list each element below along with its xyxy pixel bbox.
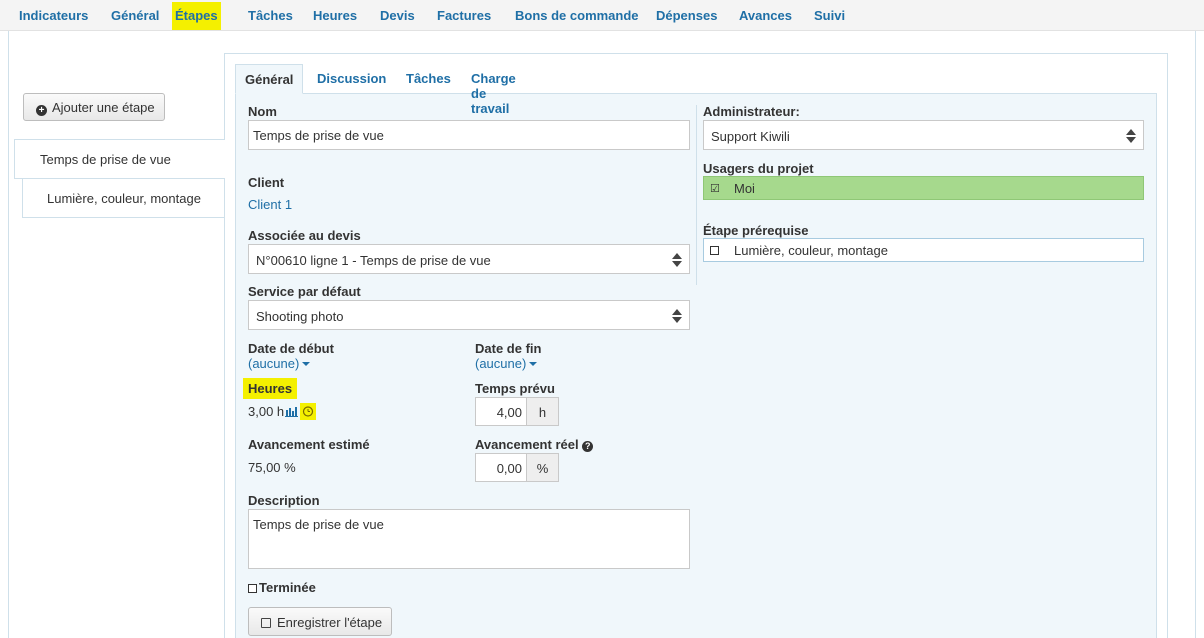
select-arrows-icon — [672, 253, 682, 267]
nom-input[interactable]: Temps de prise de vue — [248, 120, 690, 150]
user-option-selected[interactable]: ☑ Moi — [703, 176, 1144, 200]
checkbox[interactable] — [248, 584, 257, 593]
column-divider — [696, 105, 697, 285]
plus-circle-icon: + — [36, 105, 47, 116]
tab-general[interactable]: Général — [235, 64, 304, 94]
nav-bons-de-commande[interactable]: Bons de commande — [515, 8, 639, 23]
save-step-button[interactable]: Enregistrer l'étape — [248, 607, 392, 636]
temps-prevu-unit: h — [526, 398, 558, 425]
top-nav: Indicateurs Général Étapes Tâches Heures… — [0, 0, 1204, 31]
avancement-estime-label: Avancement estimé — [248, 437, 370, 452]
avancement-reel-text: Avancement réel — [475, 437, 579, 452]
nav-avances[interactable]: Avances — [739, 8, 792, 23]
admin-label: Administrateur: — [703, 104, 800, 119]
devis-select[interactable]: N°00610 ligne 1 - Temps de prise de vue — [248, 244, 690, 274]
clock-icon[interactable] — [300, 403, 316, 420]
admin-select[interactable]: Support Kiwili — [703, 120, 1144, 150]
date-debut-label: Date de début — [248, 341, 334, 356]
nav-indicateurs[interactable]: Indicateurs — [19, 8, 88, 23]
prereq-label: Étape prérequise — [703, 223, 809, 238]
caret-down-icon — [529, 362, 538, 366]
description-label: Description — [248, 493, 320, 508]
nav-etapes[interactable]: Étapes — [172, 2, 221, 30]
avancement-reel-input[interactable]: 0,00 — [476, 454, 526, 481]
prereq-step-name: Lumière, couleur, montage — [734, 243, 888, 258]
add-step-label: Ajouter une étape — [52, 100, 155, 115]
user-name: Moi — [734, 181, 755, 196]
avancement-estime-value: 75,00 % — [248, 460, 296, 475]
prereq-option[interactable]: Lumière, couleur, montage — [703, 238, 1144, 262]
devis-label: Associée au devis — [248, 228, 361, 243]
avancement-reel-unit: % — [526, 454, 558, 481]
client-link[interactable]: Client 1 — [248, 197, 292, 212]
date-fin-dropdown[interactable]: (aucune) — [475, 356, 538, 371]
date-debut-dropdown[interactable]: (aucune) — [248, 356, 311, 371]
nav-taches[interactable]: Tâches — [248, 8, 293, 23]
temps-prevu-field: 4,00 h — [475, 397, 559, 426]
step-item-active[interactable]: Temps de prise de vue — [14, 139, 225, 179]
service-label: Service par défaut — [248, 284, 361, 299]
nom-label: Nom — [248, 104, 277, 119]
tab-discussion[interactable]: Discussion — [317, 64, 386, 94]
nav-heures[interactable]: Heures — [313, 8, 357, 23]
service-select[interactable]: Shooting photo — [248, 300, 690, 330]
avancement-reel-field: 0,00 % — [475, 453, 559, 482]
date-fin-label: Date de fin — [475, 341, 542, 356]
checked-box-icon: ☑ — [710, 183, 720, 195]
avancement-reel-label: Avancement réel ? — [475, 437, 594, 452]
heures-label: Heures — [243, 378, 298, 399]
nav-suivi[interactable]: Suivi — [814, 8, 845, 23]
checkbox[interactable] — [710, 246, 719, 255]
add-step-button[interactable]: + Ajouter une étape — [23, 93, 165, 121]
date-debut-value: (aucune) — [248, 356, 300, 371]
description-textarea[interactable]: Temps de prise de vue — [248, 509, 690, 569]
step-label: Lumière, couleur, montage — [47, 191, 201, 206]
nav-depenses[interactable]: Dépenses — [656, 8, 717, 23]
nav-general[interactable]: Général — [111, 8, 159, 23]
terminee-checkbox-row[interactable]: Terminée — [248, 580, 316, 595]
terminee-label: Terminée — [259, 580, 316, 595]
heures-value: 3,00 h — [248, 404, 285, 419]
save-step-label: Enregistrer l'étape — [277, 615, 383, 630]
nav-factures[interactable]: Factures — [437, 8, 491, 23]
temps-prevu-label: Temps prévu — [475, 381, 555, 396]
help-icon[interactable]: ? — [582, 441, 594, 452]
step-list: Temps de prise de vue Lumière, couleur, … — [14, 139, 225, 218]
select-arrows-icon — [672, 309, 682, 323]
caret-down-icon — [302, 362, 311, 366]
step-label: Temps de prise de vue — [40, 152, 171, 167]
select-arrows-icon — [1126, 129, 1136, 143]
save-disk-icon — [261, 618, 271, 628]
devis-selected: N°00610 ligne 1 - Temps de prise de vue — [256, 253, 491, 268]
date-fin-value: (aucune) — [475, 356, 527, 371]
temps-prevu-input[interactable]: 4,00 — [476, 398, 526, 425]
tab-taches[interactable]: Tâches — [406, 64, 451, 94]
bar-chart-icon[interactable] — [285, 405, 298, 417]
step-item[interactable]: Lumière, couleur, montage — [22, 179, 225, 218]
client-label: Client — [248, 175, 285, 190]
admin-selected: Support Kiwili — [711, 129, 790, 144]
nav-devis[interactable]: Devis — [380, 8, 415, 23]
tab-charge-de-travail[interactable]: Charge de travail — [471, 64, 516, 116]
usagers-label: Usagers du projet — [703, 161, 814, 176]
service-selected: Shooting photo — [256, 309, 344, 324]
